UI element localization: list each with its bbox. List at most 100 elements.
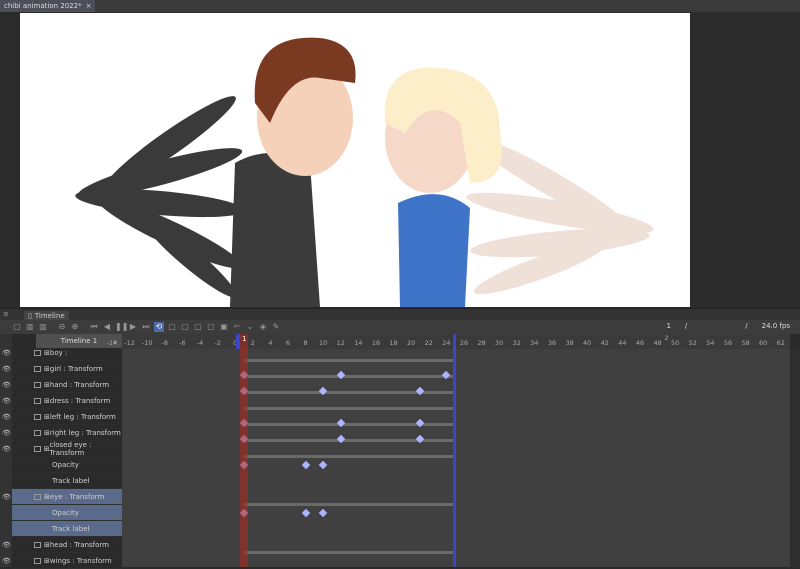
track-row[interactable]: Track label xyxy=(12,521,122,537)
track-row[interactable]: 👁 ⊞ left leg : Transform xyxy=(2,409,122,425)
ruler-tick: -10 xyxy=(141,339,153,347)
layer-thumbnail-icon xyxy=(34,381,41,388)
ruler-tick: 62 xyxy=(776,339,785,347)
zoom-out-icon[interactable]: ⊖ xyxy=(57,322,67,332)
document-tab-bar: chibi animation 2022* × xyxy=(0,0,800,12)
frame-icon[interactable]: ▥ xyxy=(25,322,35,332)
track-label: hand : Transform xyxy=(49,380,110,389)
layer-thumbnail-icon xyxy=(34,557,41,564)
second-marker: 2 xyxy=(664,334,669,342)
timeline-panel-header: ≡ ▯ Timeline xyxy=(0,308,800,321)
ruler-tick: 18 xyxy=(389,339,398,347)
track-row[interactable]: Track label xyxy=(12,473,122,489)
panel-menu-icon[interactable]: ≡ xyxy=(3,310,9,318)
scrollbar[interactable] xyxy=(791,349,800,567)
cel-icon[interactable]: ▢ xyxy=(206,322,216,332)
chevron-down-icon[interactable]: ⌄ xyxy=(245,322,255,332)
ruler-tick: 54 xyxy=(706,339,715,347)
pause-icon[interactable]: ❚❚ xyxy=(115,322,128,332)
fps-value[interactable]: 24.0 fps xyxy=(762,322,790,330)
track-label: wings : Transform xyxy=(49,556,112,565)
cel-icon[interactable]: ▢ xyxy=(193,322,203,332)
zoom-in-icon[interactable]: ⊕ xyxy=(70,322,80,332)
track-label: right leg : Transform xyxy=(49,428,121,437)
ruler-tick: 24 xyxy=(442,339,451,347)
track-range-bar[interactable] xyxy=(244,375,456,378)
track-row[interactable]: 👁 ⊞ right leg : Transform xyxy=(2,425,122,441)
ruler-tick: 46 xyxy=(635,339,645,347)
document-tab[interactable]: chibi animation 2022* × xyxy=(0,0,96,12)
playhead[interactable]: 1 xyxy=(240,334,248,567)
current-frame[interactable]: 1 xyxy=(666,322,670,330)
edit-icon[interactable]: ✎ xyxy=(271,322,281,332)
visibility-eye-icon[interactable]: 👁 xyxy=(2,541,11,549)
layer-thumbnail-icon xyxy=(34,429,41,436)
drawing-canvas[interactable] xyxy=(20,13,690,307)
track-row[interactable]: Opacity xyxy=(12,505,122,521)
track-row[interactable]: 👁 ⊞ boy : xyxy=(2,345,122,361)
visibility-eye-icon[interactable]: 👁 xyxy=(2,397,11,405)
end-marker[interactable] xyxy=(453,334,456,567)
keyframe[interactable] xyxy=(318,460,328,470)
track-row[interactable]: 👁 ⊞ dress : Transform xyxy=(2,393,122,409)
track-range-bar[interactable] xyxy=(244,359,456,362)
track-row[interactable]: Opacity xyxy=(12,457,122,473)
keyframe[interactable] xyxy=(301,508,310,518)
ruler-tick: 56 xyxy=(723,339,733,347)
track-label: eye : Transform xyxy=(49,492,105,501)
visibility-eye-icon[interactable]: 👁 xyxy=(2,493,11,501)
track-label: Track label xyxy=(52,476,90,485)
fill-icon[interactable]: ◈ xyxy=(258,322,268,332)
next-frame-icon[interactable]: ▶ xyxy=(128,322,138,332)
track-row[interactable]: 👁 ⊞ closed eye : Transform xyxy=(2,440,122,457)
track-range-bar[interactable] xyxy=(244,503,456,506)
ruler-tick: 8 xyxy=(303,339,308,347)
ruler-tick: 26 xyxy=(459,339,469,347)
document-title: chibi animation 2022* xyxy=(4,2,82,10)
onion-skin-icon[interactable]: ▣ xyxy=(219,322,229,332)
first-frame-icon[interactable]: ⏮ xyxy=(89,322,99,332)
track-row[interactable]: 👁 ⊞ head : Transform xyxy=(2,537,122,553)
track-label: Track label xyxy=(52,524,90,533)
track-area[interactable] xyxy=(122,349,790,567)
frame-ruler[interactable]: -14-12-10-8-6-4-202468101214161820222426… xyxy=(107,334,790,349)
prev-frame-icon[interactable]: ◀ xyxy=(102,322,112,332)
ruler-tick: -8 xyxy=(161,339,169,347)
visibility-eye-icon[interactable]: 👁 xyxy=(2,349,11,357)
visibility-eye-icon[interactable]: 👁 xyxy=(2,381,11,389)
loop-icon[interactable]: ⟲ xyxy=(154,322,164,332)
layer-thumbnail-icon xyxy=(34,413,41,420)
keyframe[interactable] xyxy=(318,508,328,518)
ruler-tick: 58 xyxy=(741,339,750,347)
layer-thumbnail-icon xyxy=(34,493,41,500)
new-timeline-icon[interactable]: ▢ xyxy=(12,322,22,332)
ruler-tick: 60 xyxy=(759,339,768,347)
keyframe-icon[interactable]: ⌐ xyxy=(232,322,242,332)
visibility-eye-icon[interactable]: 👁 xyxy=(2,557,11,565)
keyframe[interactable] xyxy=(301,460,310,470)
ruler-tick: 6 xyxy=(285,339,291,347)
track-row[interactable]: 👁 ⊞ eye : Transform xyxy=(2,489,122,505)
ruler-tick: 10 xyxy=(319,339,328,347)
visibility-eye-icon[interactable]: 👁 xyxy=(2,429,11,437)
timeline-select-value: Timeline 1 xyxy=(60,337,98,345)
cel-icon[interactable]: ▢ xyxy=(180,322,190,332)
track-range-bar[interactable] xyxy=(244,455,456,458)
close-tab-icon[interactable]: × xyxy=(86,2,92,10)
visibility-eye-icon[interactable]: 👁 xyxy=(2,413,11,421)
track-row[interactable]: 👁 ⊞ girl : Transform xyxy=(2,361,122,377)
track-label: head : Transform xyxy=(49,540,109,549)
track-range-bar[interactable] xyxy=(244,407,456,410)
track-label: closed eye : Transform xyxy=(49,440,92,457)
last-frame-icon[interactable]: ⏭ xyxy=(141,322,151,332)
track-range-bar[interactable] xyxy=(244,551,456,554)
separator: / xyxy=(745,322,748,330)
track-row[interactable]: 👁 ⊞ hand : Transform xyxy=(2,377,122,393)
ruler-tick: 40 xyxy=(583,339,592,347)
ruler-tick: 28 xyxy=(477,339,486,347)
frame-add-icon[interactable]: ▥ xyxy=(38,322,48,332)
visibility-eye-icon[interactable]: 👁 xyxy=(2,365,11,373)
track-label: girl : Transform xyxy=(49,364,103,373)
visibility-eye-icon[interactable]: 👁 xyxy=(2,445,11,453)
new-cel-icon[interactable]: ▢ xyxy=(167,322,177,332)
